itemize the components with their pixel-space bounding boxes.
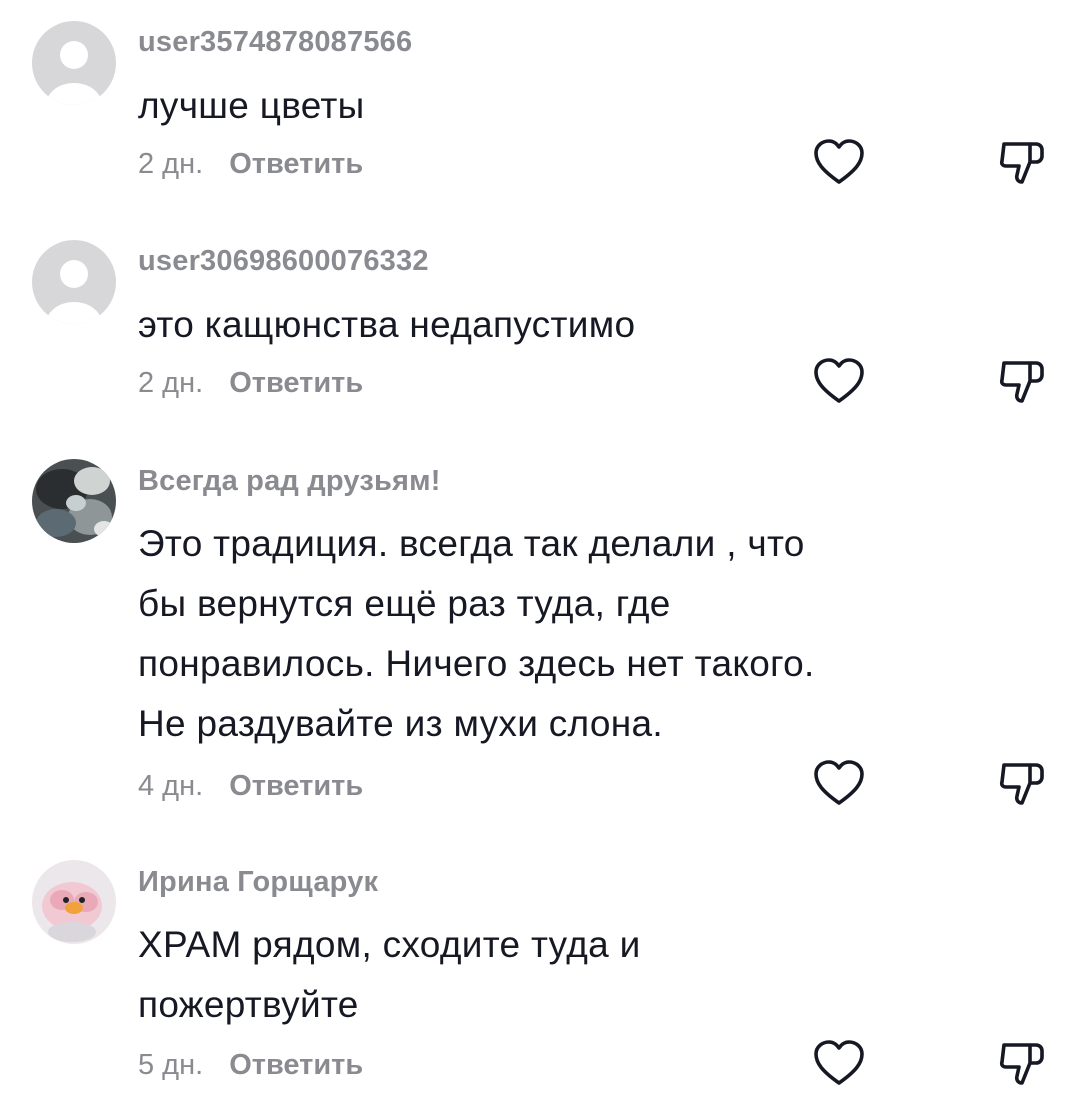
- user-avatar[interactable]: [32, 459, 116, 543]
- username[interactable]: user3574878087566: [138, 26, 412, 59]
- like-button[interactable]: [812, 759, 866, 809]
- dislike-button[interactable]: [996, 1039, 1048, 1089]
- heart-icon: [814, 358, 864, 403]
- user-avatar[interactable]: [32, 860, 116, 944]
- like-button[interactable]: [812, 1039, 866, 1089]
- comment-meta: 5 дн. Ответить: [138, 1049, 363, 1082]
- comment-text: лучше цветы: [138, 85, 365, 126]
- thumbs-down-icon: [999, 1043, 1044, 1085]
- thumbs-down-icon: [999, 142, 1044, 184]
- comment-meta: 4 дн. Ответить: [138, 770, 363, 803]
- dislike-button[interactable]: [996, 357, 1048, 407]
- comment-text-line: ХРАМ рядом, сходите туда и: [138, 924, 641, 965]
- reply-button[interactable]: Ответить: [229, 770, 363, 802]
- username[interactable]: Ирина Горщарук: [138, 866, 378, 899]
- comment-meta: 2 дн. Ответить: [138, 148, 363, 181]
- reply-button[interactable]: Ответить: [229, 367, 363, 399]
- comment-text-line: понравилось. Ничего здесь нет такого.: [138, 643, 815, 684]
- thumbs-down-icon: [999, 763, 1044, 805]
- dislike-button[interactable]: [996, 138, 1048, 188]
- comment-time: 2 дн.: [138, 148, 204, 180]
- username[interactable]: user3069860007633​2: [138, 245, 429, 278]
- user-avatar[interactable]: [32, 240, 116, 324]
- comment-text-line: пожертвуйте: [138, 984, 359, 1025]
- heart-icon: [814, 139, 864, 184]
- reply-button[interactable]: Ответить: [229, 1049, 363, 1081]
- comments-list: user3574878087566 лучше цветы 2 дн. Ответ…: [0, 0, 1080, 1103]
- like-button[interactable]: [812, 357, 866, 407]
- comment-text-line: Это традиция. всегда так делали , что: [138, 523, 805, 564]
- comment-text: ХРАМ рядом, сходите туда и пожертвуйте: [138, 915, 938, 1035]
- comment-time: 2 дн.: [138, 367, 204, 399]
- comment-time: 5 дн.: [138, 1049, 204, 1081]
- like-button[interactable]: [812, 138, 866, 188]
- default-avatar-icon: [32, 240, 116, 324]
- user-avatar[interactable]: [32, 21, 116, 105]
- comment-text: это кащюнства недапустимо: [138, 304, 636, 345]
- comment-text-line: бы вернутся ещё раз туда, где: [138, 583, 671, 624]
- heart-icon: [814, 760, 864, 805]
- comment-text: Это традиция. всегда так делали , что бы…: [138, 514, 938, 754]
- photo-avatar-icon: [32, 459, 116, 543]
- photo-avatar-icon: [32, 860, 116, 944]
- heart-icon: [814, 1040, 864, 1085]
- dislike-button[interactable]: [996, 759, 1048, 809]
- reply-button[interactable]: Ответить: [229, 148, 363, 180]
- thumbs-down-icon: [999, 361, 1044, 403]
- comment-meta: 2 дн. Ответить: [138, 367, 363, 400]
- username[interactable]: Всегда рад друзьям!: [138, 465, 441, 498]
- comment-text-line: Не раздувайте из мухи слона.: [138, 703, 663, 744]
- comment-time: 4 дн.: [138, 770, 204, 802]
- default-avatar-icon: [32, 21, 116, 105]
